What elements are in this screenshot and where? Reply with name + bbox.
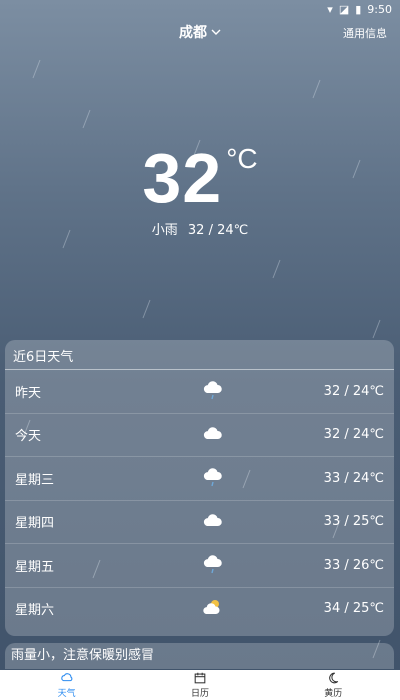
cloud-rain-icon — [203, 468, 222, 487]
forecast-row: 今天 32 / 24℃ — [5, 414, 394, 457]
city-selector[interactable]: 成都 — [179, 22, 221, 42]
temperature-value: 32 — [142, 139, 223, 217]
sun-cloud-icon — [203, 599, 220, 614]
moon-icon — [329, 672, 339, 684]
forecast-range: 33 / 24℃ — [323, 470, 384, 486]
nav-label: 黄历 — [324, 689, 343, 699]
forecast-day: 今天 — [15, 429, 42, 445]
forecast-range: 32 / 24℃ — [323, 383, 384, 399]
nav-label: 天气 — [57, 689, 76, 699]
current-temperature: 32 °C — [0, 138, 400, 218]
wifi-icon: ▾ — [327, 2, 333, 16]
top-bar: 成都 通用信息 — [0, 18, 400, 46]
status-bar: ▾ ◪ ▮ 9:50 — [0, 0, 400, 18]
general-info-link[interactable]: 通用信息 — [343, 25, 387, 41]
current-summary: 小雨 32 / 24℃ — [0, 219, 400, 238]
forecast-row: 星期六 34 / 25℃ — [5, 588, 394, 631]
forecast-row: 昨天 32 / 24℃ — [5, 370, 394, 414]
cloud-rain-icon — [203, 555, 222, 574]
chevron-down-icon — [211, 29, 221, 35]
forecast-day: 星期六 — [15, 603, 55, 619]
nav-weather[interactable]: 天气 — [7, 671, 127, 699]
forecast-day: 昨天 — [15, 385, 42, 401]
forecast-title: 近6日天气 — [5, 340, 394, 370]
forecast-range: 32 / 24℃ — [323, 427, 384, 443]
weather-icon — [60, 673, 73, 682]
forecast-day: 星期三 — [15, 472, 55, 488]
current-condition: 小雨 — [151, 223, 178, 238]
nav-almanac[interactable]: 黄历 — [273, 671, 393, 699]
status-time: 9:50 — [367, 2, 392, 16]
current-range: 32 / 24℃ — [187, 223, 249, 238]
cloud-rain-icon — [203, 381, 222, 400]
city-name: 成都 — [179, 25, 207, 41]
forecast-day: 星期四 — [15, 516, 55, 532]
forecast-range: 33 / 25℃ — [323, 514, 384, 530]
cloud-icon — [203, 426, 222, 439]
forecast-row: 星期五 33 / 26℃ — [5, 544, 394, 588]
nav-label: 日历 — [190, 689, 209, 699]
battery-icon: ▮ — [355, 2, 362, 16]
forecast-range: 34 / 25℃ — [323, 601, 384, 617]
forecast-panel: 近6日天气 昨天 32 / 24℃ 今天 32 / 24℃ 星期三 33 / 24℃ 星期四… — [5, 340, 394, 636]
bottom-nav: 天气 日历 黄历 — [0, 670, 400, 700]
nav-calendar[interactable]: 日历 — [140, 671, 260, 699]
weather-tip: 雨量小，注意保暖别感冒 — [5, 643, 394, 669]
forecast-range: 33 / 26℃ — [323, 557, 384, 573]
signal-icon: ◪ — [338, 2, 350, 16]
forecast-row: 星期四 33 / 25℃ — [5, 501, 394, 544]
forecast-row: 星期三 33 / 24℃ — [5, 457, 394, 501]
calendar-icon — [194, 672, 206, 684]
temperature-unit: °C — [226, 143, 258, 174]
cloud-icon — [203, 513, 222, 526]
forecast-day: 星期五 — [15, 559, 55, 575]
